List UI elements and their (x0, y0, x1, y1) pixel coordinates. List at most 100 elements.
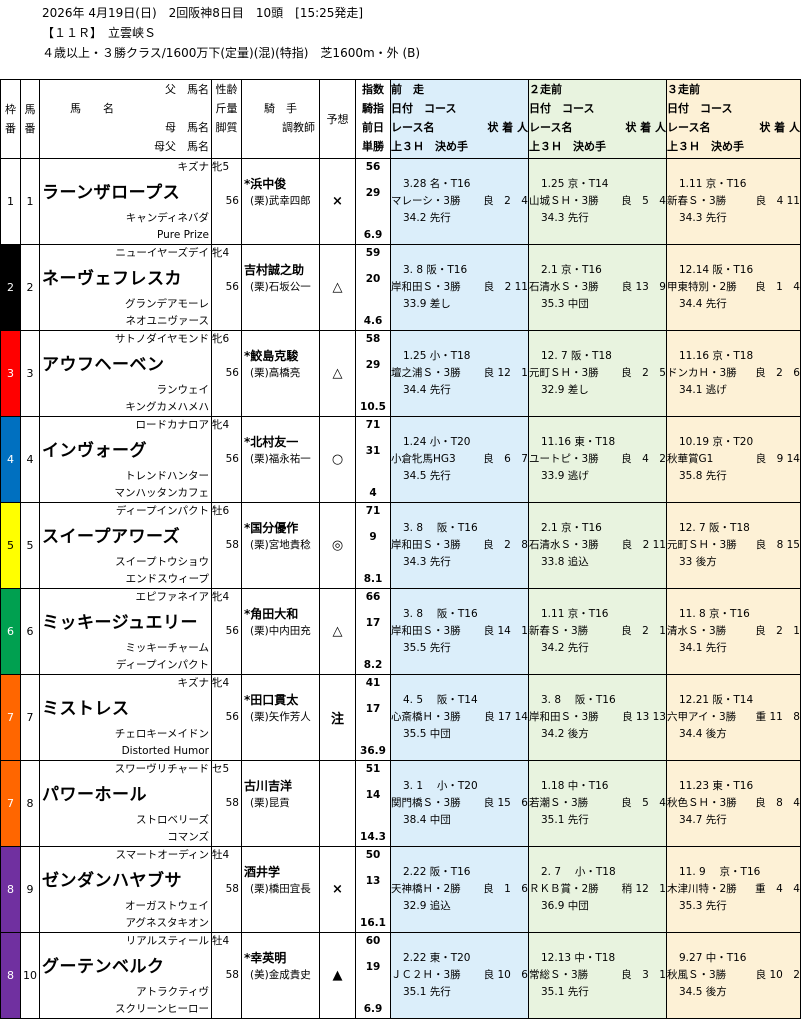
waku-cell: 1 (0, 158, 21, 245)
race-date: 1.18 中・T16 (541, 780, 609, 792)
jockey-name: *田口貫太 (244, 693, 299, 707)
sex-weight-cell: 牝4 56 (211, 244, 242, 331)
horse-header: 父 馬名 馬 名 母 馬名 母父 馬名 (39, 79, 212, 159)
race2-cell: 1.25 京・T14 山城ＳＨ・3勝 良 5 4 34.3 先行 (528, 158, 667, 245)
race-last3f: 34.5 先行 (403, 470, 451, 482)
horse-name: パワーホール (42, 785, 147, 805)
race1-cell: 1.24 小・T20 小倉牝馬HG3 良 6 7 34.5 先行 (390, 416, 529, 503)
index-cell: 56 29 6.9 (355, 158, 391, 245)
damsire-name: アグネスタキオン (125, 917, 209, 929)
sex-age: 牝4 (212, 591, 230, 603)
trainer-name: (栗)昆貢 (250, 797, 290, 809)
race-date: 10.19 京・T20 (679, 436, 754, 448)
win-odds: 8.1 (363, 573, 383, 585)
damsire-name: マンハッタンカフェ (114, 487, 210, 499)
race-date: 1.25 小・T18 (403, 350, 471, 362)
race3-cell: 12.21 阪・T14 六甲アイ・3勝 重 11 8 34.4 後方 (666, 674, 801, 761)
dam-name: オーガストウェイ (125, 900, 209, 912)
waku-cell: 3 (0, 330, 21, 417)
race-conditions: ４歳以上・３勝クラス/1600万下(定量)(混)(特指) 芝1600m・外 (B… (42, 46, 421, 60)
sex-age: 牝4 (212, 419, 230, 431)
horse-cell: ロードカナロア インヴォーグ トレンドハンター マンハッタンカフェ (39, 416, 212, 503)
race-name: 甲東特別・2勝 (667, 281, 737, 293)
race-name: 天神橋Ｈ・2勝 (391, 883, 461, 895)
race-date: 1.11 京・T16 (541, 608, 609, 620)
index-value: 41 (365, 677, 381, 689)
race-result: 良 4 11 (755, 195, 800, 207)
jockey-index: 31 (365, 445, 381, 457)
jockey-name: *浜中俊 (244, 177, 287, 191)
index-cell: 66 17 8.2 (355, 588, 391, 675)
damsire-name: コマンズ (167, 831, 209, 843)
race-name: 六甲アイ・3勝 (667, 711, 737, 723)
horse-cell: リアルスティール グーテンベルク アトラクティヴ スクリーンヒーロー (39, 932, 212, 1019)
umaban-cell: 10 (20, 932, 40, 1019)
dam-name: ランウェイ (156, 384, 210, 396)
race-last3f: 34.3 先行 (403, 556, 451, 568)
trainer-name: (栗)橋田宜長 (250, 883, 311, 895)
sire-name: キズナ (177, 161, 210, 173)
sire-name: ディープインパクト (115, 505, 209, 517)
horse-cell: サトノダイヤモンド アウフヘーベン ランウェイ キングカメハメハ (39, 330, 212, 417)
carried-weight: 56 (225, 711, 239, 723)
sex-age: 牝4 (212, 247, 230, 259)
race-name: 心斎橋Ｈ・3勝 (391, 711, 461, 723)
damsire-name: エンドスウィープ (125, 573, 209, 585)
race-result: 良 10 6 (483, 969, 528, 981)
race-name: 石清水Ｓ・3勝 (529, 281, 599, 293)
race-name: マレーシ・3勝 (391, 195, 461, 207)
race-date-line: 2026年 4月19日(日) 2回阪神8日目 10頭 [15:25発走] (42, 6, 364, 20)
sire-name: ロードカナロア (135, 419, 210, 431)
table-row: 4 4 ロードカナロア インヴォーグ トレンドハンター マンハッタンカフェ 牝4… (0, 416, 801, 503)
jockey-index: 20 (365, 273, 381, 285)
race-last3f: 34.3 先行 (679, 212, 727, 224)
race-name: 岸和田Ｓ・3勝 (391, 281, 461, 293)
prediction-mark: × (319, 846, 356, 933)
race-date: 3. 1 小・T20 (403, 780, 478, 792)
race-last3f: 34.2 先行 (541, 642, 589, 654)
jockey-cell: *幸英明 (美)金成貴史 (241, 932, 320, 1019)
index-value: 56 (365, 161, 381, 173)
race-result: 良 2 8 (483, 539, 528, 551)
sire-name: ニューイヤーズデイ (115, 247, 209, 259)
sex-weight-cell: 牡4 58 (211, 932, 242, 1019)
horse-name: ミッキージュエリー (42, 613, 198, 633)
jockey-name: 吉村誠之助 (244, 263, 305, 277)
race-last3f: 35.1 先行 (541, 814, 589, 826)
waku-cell: 8 (0, 932, 21, 1019)
index-cell: 59 20 4.6 (355, 244, 391, 331)
race-result: 良 1 4 (755, 281, 800, 293)
damsire-name: キングカメハメハ (125, 401, 209, 413)
race2-cell: 2.1 京・T16 石清水Ｓ・3勝 良 2 11 33.8 追込 (528, 502, 667, 589)
race-last3f: 33.9 差し (403, 298, 451, 310)
race-name: 常総Ｓ・3勝 (529, 969, 589, 981)
race1-cell: 2.22 東・T20 ＪＣ２Ｈ・3勝 良 10 6 35.1 先行 (390, 932, 529, 1019)
damsire-name: ディープインパクト (115, 659, 209, 671)
race-last3f: 33.8 追込 (541, 556, 589, 568)
win-odds: 6.9 (363, 229, 383, 241)
sex-age: 牝4 (212, 677, 230, 689)
trainer-name: (栗)中内田充 (250, 625, 311, 637)
race-last3f: 35.8 先行 (679, 470, 727, 482)
race1-cell: 3. 1 小・T20 関門橋Ｓ・3勝 良 15 6 38.4 中団 (390, 760, 529, 847)
race-result: 良 2 11 (483, 281, 528, 293)
umaban-cell: 7 (20, 674, 40, 761)
carried-weight: 58 (225, 797, 239, 809)
race1-cell: 1.25 小・T18 壇之浦Ｓ・3勝 良 12 1 34.4 先行 (390, 330, 529, 417)
race-last3f: 34.2 後方 (541, 728, 589, 740)
race-last3f: 35.3 先行 (679, 900, 727, 912)
win-odds: 4 (369, 487, 377, 499)
race3-cell: 12. 7 阪・T18 元町ＳＨ・3勝 良 8 15 33 後方 (666, 502, 801, 589)
index-cell: 41 17 36.9 (355, 674, 391, 761)
race-result: 良 2 1 (621, 625, 666, 637)
race2-cell: 1.11 京・T16 新春Ｓ・3勝 良 2 1 34.2 先行 (528, 588, 667, 675)
win-odds: 8.2 (363, 659, 383, 671)
race-name: 元町ＳＨ・3勝 (667, 539, 737, 551)
race2-cell: 2.1 京・T16 石清水Ｓ・3勝 良 13 9 35.3 中団 (528, 244, 667, 331)
race-date: 11. 9 京・T16 (679, 866, 761, 878)
race-date: 2.22 阪・T16 (403, 866, 471, 878)
race-result: 良 10 2 (755, 969, 800, 981)
sire-name: キズナ (177, 677, 210, 689)
yoso-header: 予想 (319, 79, 356, 159)
trainer-name: (栗)宮地貴稔 (250, 539, 311, 551)
